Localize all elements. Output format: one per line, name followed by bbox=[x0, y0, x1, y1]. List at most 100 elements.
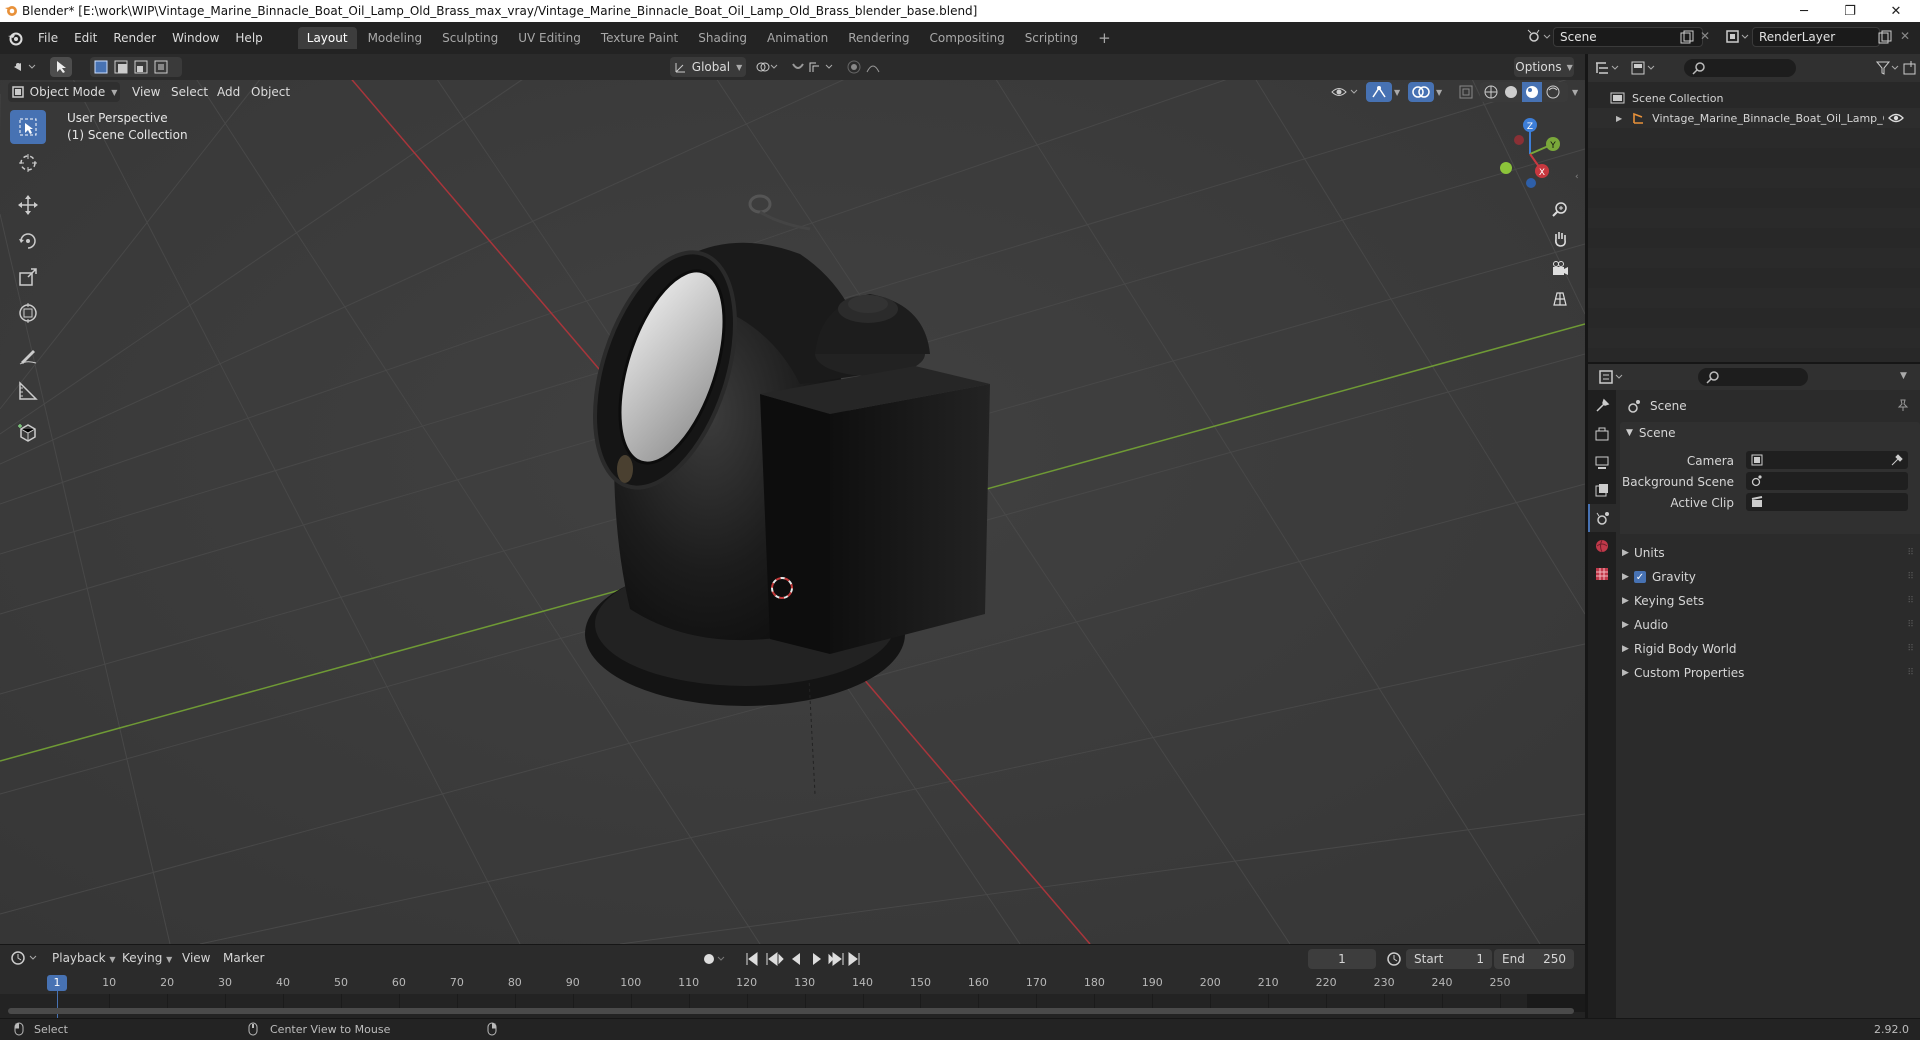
output-tab-icon[interactable] bbox=[1588, 448, 1616, 476]
gravity-checkbox[interactable]: ✓ bbox=[1634, 571, 1646, 583]
texture-tab-icon[interactable] bbox=[1588, 560, 1616, 588]
tab-animation[interactable]: Animation bbox=[758, 27, 837, 49]
menu-keying[interactable]: Keying ▼ bbox=[122, 951, 172, 965]
tree-row-object[interactable]: ▶ Vintage_Marine_Binnacle_Boat_Oil_Lamp_… bbox=[1588, 108, 1920, 128]
shading-mode-buttons[interactable] bbox=[1480, 82, 1568, 102]
select-box-tool[interactable] bbox=[10, 110, 46, 144]
new-view-layer-icon[interactable] bbox=[1878, 30, 1892, 44]
subpanel-rigid-body-world[interactable]: ▶ Rigid Body World ⠿ bbox=[1622, 638, 1914, 660]
pan-hand-icon[interactable] bbox=[1548, 224, 1572, 254]
navigation-gizmo[interactable]: Z Y X bbox=[1490, 114, 1570, 194]
camera-view-icon[interactable] bbox=[1548, 254, 1572, 284]
playback-controls[interactable] bbox=[745, 951, 865, 967]
timeline-editor-icon[interactable] bbox=[10, 950, 40, 966]
menu-object[interactable]: Object bbox=[251, 85, 290, 99]
sidebar-toggle-icon[interactable]: ‹ bbox=[1575, 172, 1579, 182]
subpanel-audio[interactable]: ▶ Audio ⠿ bbox=[1622, 614, 1914, 636]
menu-timeline-view[interactable]: View bbox=[182, 951, 210, 965]
cursor-tool[interactable] bbox=[10, 146, 46, 180]
tab-compositing[interactable]: Compositing bbox=[920, 27, 1013, 49]
drag-handle-icon[interactable]: ⠿ bbox=[1907, 668, 1914, 678]
background-scene-field[interactable] bbox=[1746, 472, 1908, 490]
scale-tool[interactable] bbox=[10, 260, 46, 294]
timeline-scrollbar[interactable] bbox=[8, 1008, 1574, 1014]
selection-mode-buttons[interactable] bbox=[90, 57, 182, 77]
menu-add[interactable]: Add bbox=[217, 85, 240, 99]
delete-scene-icon[interactable]: ✕ bbox=[1700, 29, 1710, 43]
menu-marker[interactable]: Marker bbox=[223, 951, 264, 965]
properties-search-input[interactable] bbox=[1698, 368, 1808, 386]
3d-viewport[interactable]: Global ▼ Options ▼ Object Mode ▼ View Se… bbox=[0, 54, 1585, 944]
pivot-point-icon[interactable] bbox=[752, 57, 782, 77]
zoom-icon[interactable] bbox=[1548, 194, 1572, 224]
measure-tool[interactable] bbox=[10, 374, 46, 408]
rotate-tool[interactable] bbox=[10, 224, 46, 258]
end-frame-field[interactable]: End 250 bbox=[1494, 949, 1574, 969]
pin-icon[interactable] bbox=[1896, 398, 1910, 412]
menu-render[interactable]: Render bbox=[105, 31, 164, 45]
start-frame-field[interactable]: Start 1 bbox=[1406, 949, 1492, 969]
blender-menu-icon[interactable] bbox=[0, 30, 30, 46]
subpanel-custom-properties[interactable]: ▶ Custom Properties ⠿ bbox=[1622, 662, 1914, 684]
subpanel-keying-sets[interactable]: ▶ Keying Sets ⠿ bbox=[1622, 590, 1914, 612]
editor-type-icon[interactable] bbox=[8, 57, 42, 77]
tool-tab-icon[interactable] bbox=[1588, 392, 1616, 420]
tab-rendering[interactable]: Rendering bbox=[839, 27, 918, 49]
restore-button[interactable]: ❐ bbox=[1827, 0, 1873, 22]
shading-dropdown-icon[interactable]: ▼ bbox=[1572, 88, 1578, 97]
overlay-toggle-icon[interactable] bbox=[1408, 82, 1434, 102]
outliner-editor-icon[interactable] bbox=[1594, 60, 1622, 76]
menu-help[interactable]: Help bbox=[227, 31, 270, 45]
auto-keying-icon[interactable] bbox=[702, 952, 728, 966]
timeline-area[interactable]: 10 20 30 40 50 60 70 80 90 100 110 120 130 140 150 160 1… bbox=[0, 972, 1585, 1018]
frame-ruler[interactable]: 10 20 30 40 50 60 70 80 90 100 110 120 130 140 150 160 1… bbox=[0, 972, 1585, 994]
expand-arrow-icon[interactable]: ▶ bbox=[1616, 114, 1622, 123]
view-layer-field[interactable]: RenderLayer bbox=[1752, 27, 1880, 47]
eye-visibility-icon[interactable] bbox=[1888, 112, 1905, 124]
drag-handle-icon[interactable]: ⠿ bbox=[1907, 620, 1914, 630]
transform-orientation-dropdown[interactable]: Global ▼ bbox=[670, 57, 746, 77]
snap-toggle-icon[interactable] bbox=[788, 57, 840, 77]
drag-handle-icon[interactable]: ⠿ bbox=[1907, 572, 1914, 582]
filter-icon[interactable] bbox=[1876, 60, 1902, 76]
properties-options-icon[interactable]: ▼ bbox=[1900, 371, 1907, 381]
properties-editor-icon[interactable] bbox=[1598, 369, 1626, 385]
preview-range-icon[interactable] bbox=[1386, 951, 1402, 967]
menu-window[interactable]: Window bbox=[164, 31, 227, 45]
move-tool[interactable] bbox=[10, 188, 46, 222]
menu-edit[interactable]: Edit bbox=[66, 31, 105, 45]
tab-shading[interactable]: Shading bbox=[689, 27, 756, 49]
annotate-tool[interactable] bbox=[10, 338, 46, 372]
tab-scripting[interactable]: Scripting bbox=[1016, 27, 1087, 49]
tab-uv-editing[interactable]: UV Editing bbox=[509, 27, 590, 49]
menu-view[interactable]: View bbox=[132, 85, 160, 99]
drag-handle-icon[interactable]: ⠿ bbox=[1907, 548, 1914, 558]
menu-playback[interactable]: Playback ▼ bbox=[52, 951, 116, 965]
tab-sculpting[interactable]: Sculpting bbox=[433, 27, 507, 49]
drag-handle-icon[interactable]: ⠿ bbox=[1907, 644, 1914, 654]
visibility-icon[interactable] bbox=[1330, 84, 1360, 100]
tab-layout[interactable]: Layout bbox=[297, 27, 357, 49]
subpanel-gravity[interactable]: ▶ ✓ Gravity ⠿ bbox=[1622, 566, 1914, 588]
gizmo-dropdown-icon[interactable]: ▼ bbox=[1394, 88, 1400, 97]
add-workspace-icon[interactable]: + bbox=[1089, 25, 1120, 51]
subpanel-units[interactable]: ▶ Units ⠿ bbox=[1622, 542, 1914, 564]
menu-file[interactable]: File bbox=[30, 31, 66, 45]
view-layer-tab-icon[interactable] bbox=[1588, 476, 1616, 504]
playhead-frame[interactable]: 1 bbox=[47, 975, 67, 991]
minimize-button[interactable]: ─ bbox=[1781, 0, 1827, 22]
active-clip-field[interactable] bbox=[1746, 493, 1908, 511]
proportional-edit-icon[interactable] bbox=[846, 57, 892, 77]
scene-panel-header[interactable]: ▼ Scene bbox=[1620, 422, 1920, 444]
view-layer-icon[interactable] bbox=[1724, 27, 1750, 47]
tab-modeling[interactable]: Modeling bbox=[359, 27, 432, 49]
transform-tool[interactable] bbox=[10, 296, 46, 330]
mode-dropdown[interactable]: Object Mode ▼ bbox=[8, 82, 120, 102]
eyedropper-icon[interactable] bbox=[1890, 453, 1904, 467]
scene-tab-icon[interactable] bbox=[1588, 504, 1616, 532]
menu-select[interactable]: Select bbox=[171, 85, 208, 99]
tree-row-scene-collection[interactable]: Scene Collection bbox=[1588, 88, 1920, 108]
gizmo-toggle-icon[interactable] bbox=[1366, 82, 1392, 102]
new-collection-icon[interactable] bbox=[1902, 60, 1918, 76]
display-mode-icon[interactable] bbox=[1630, 60, 1658, 76]
